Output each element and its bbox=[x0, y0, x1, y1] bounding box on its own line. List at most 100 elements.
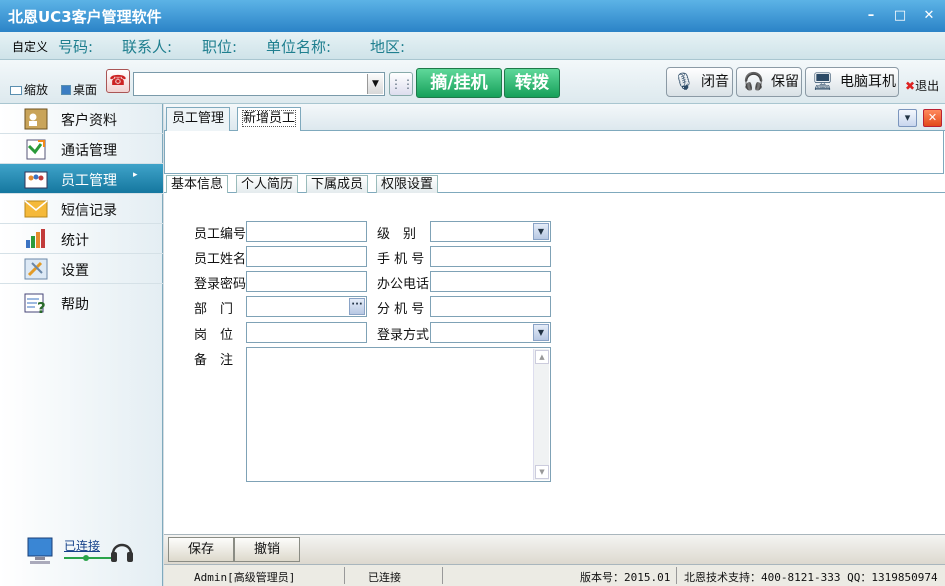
chevron-right-icon: ▸ bbox=[133, 170, 138, 180]
mute-label: 闭音 bbox=[701, 74, 729, 90]
sidebar-item-help[interactable]: ? 帮助 bbox=[0, 288, 163, 318]
phone-icon[interactable]: ☎ bbox=[106, 69, 130, 93]
cancel-button[interactable]: 撤销 bbox=[234, 537, 300, 562]
exit-label: 退出 bbox=[915, 79, 940, 93]
chevron-down-icon[interactable]: ▼ bbox=[367, 74, 383, 94]
tab-new-staff-label: 新增员工 bbox=[241, 110, 297, 127]
subtab-resume[interactable]: 个人简历 bbox=[236, 175, 299, 193]
hold-button[interactable]: 🎧 保留 bbox=[736, 67, 802, 97]
bar-chart-icon bbox=[26, 229, 45, 248]
status-user: Admin[高级管理员] bbox=[194, 571, 296, 584]
password-input[interactable] bbox=[246, 271, 367, 292]
customize-link[interactable]: 自定义 bbox=[12, 38, 48, 55]
document-tab-strip: 员工管理 新增员工 ▾ ✕ bbox=[164, 104, 945, 132]
main-panel: 员工管理 新增员工 ▾ ✕ 基本信息 个人简历 下属成员 权限设置 员工编号 级… bbox=[164, 104, 945, 564]
login-mode-label: 登录方式 bbox=[377, 328, 430, 343]
pc-headset-button[interactable]: 🖥 电脑耳机 bbox=[805, 67, 899, 97]
dial-number-combobox[interactable]: ▼ bbox=[133, 72, 385, 96]
remark-scrollbar[interactable]: ▲ ▼ bbox=[533, 349, 549, 480]
mute-button[interactable]: 🎙 闭音 bbox=[666, 67, 733, 97]
tab-list-dropdown[interactable]: ▾ bbox=[898, 109, 917, 127]
title-bar: 北恩UC3客户管理软件 – □ ✕ bbox=[0, 0, 945, 32]
staff-form: 员工编号 级 别 ▼ 员工姓名 手 机 号 登录密码 办公电话 部 门 ··· … bbox=[164, 193, 945, 534]
status-separator bbox=[344, 567, 345, 584]
sidebar-item-label: 设置 bbox=[61, 263, 89, 279]
computer-icon bbox=[27, 537, 53, 564]
status-bar: Admin[高级管理员] 已连接 版本号：2015.01 北恩技术支持：400-… bbox=[164, 564, 945, 586]
sidebar-item-customers[interactable]: 客户资料 bbox=[0, 104, 163, 134]
department-label: 部 门 bbox=[194, 302, 234, 317]
subtab-basic-info[interactable]: 基本信息 bbox=[166, 175, 229, 194]
tab-close-button[interactable]: ✕ bbox=[923, 109, 942, 127]
save-button[interactable]: 保存 bbox=[168, 537, 234, 562]
maximize-button[interactable]: □ bbox=[889, 6, 911, 26]
post-label: 岗 位 bbox=[194, 328, 234, 343]
remark-label: 备 注 bbox=[194, 353, 234, 368]
zoom-label: 缩放 bbox=[24, 83, 49, 97]
link-line-icon bbox=[64, 555, 112, 561]
emp-no-label: 员工编号 bbox=[194, 227, 247, 242]
checkbox-icon bbox=[10, 86, 22, 95]
status-separator bbox=[676, 567, 677, 584]
info-contact-label: 联系人: bbox=[122, 38, 173, 56]
info-position-label: 职位: bbox=[202, 38, 238, 56]
sidebar-item-label: 通话管理 bbox=[61, 143, 117, 159]
name-input[interactable] bbox=[246, 246, 367, 267]
exit-button[interactable]: ✖退出 bbox=[905, 77, 939, 94]
computer-headset-icon: 🖥 bbox=[812, 72, 834, 92]
headphones-icon: 🎧 bbox=[743, 72, 765, 92]
sidebar-item-sms[interactable]: 短信记录 bbox=[0, 194, 163, 224]
scroll-down-icon[interactable]: ▼ bbox=[535, 465, 549, 479]
level-select[interactable]: ▼ bbox=[430, 221, 551, 242]
svg-text:?: ? bbox=[37, 299, 46, 314]
post-input[interactable] bbox=[246, 322, 367, 343]
name-label: 员工姓名 bbox=[194, 252, 247, 267]
ellipsis-icon[interactable]: ··· bbox=[349, 298, 365, 315]
pickup-hangup-button[interactable]: 摘/挂机 bbox=[416, 68, 502, 98]
window-title: 北恩UC3客户管理软件 bbox=[8, 8, 162, 26]
remark-textarea[interactable]: ▲ ▼ bbox=[246, 347, 551, 482]
hold-label: 保留 bbox=[771, 74, 799, 90]
mobile-label: 手 机 号 bbox=[377, 252, 425, 267]
sidebar-item-staff[interactable]: 员工管理 ▸ bbox=[0, 164, 163, 194]
tab-staff-management[interactable]: 员工管理 bbox=[166, 107, 231, 131]
extension-input[interactable] bbox=[430, 296, 551, 317]
close-button[interactable]: ✕ bbox=[918, 6, 940, 26]
level-label: 级 别 bbox=[377, 227, 417, 242]
login-mode-select[interactable]: ▼ bbox=[430, 322, 551, 343]
exit-x-icon: ✖ bbox=[905, 79, 916, 93]
chevron-down-icon[interactable]: ▼ bbox=[533, 223, 549, 240]
tab-new-staff[interactable]: 新增员工 bbox=[237, 107, 302, 132]
sidebar: 客户资料 通话管理 员工管理 ▸ 短信记录 统计 设置 ? 帮助 已连接 bbox=[0, 104, 163, 586]
office-phone-label: 办公电话 bbox=[377, 277, 430, 292]
office-phone-input[interactable] bbox=[430, 271, 551, 292]
tab-content-header bbox=[164, 131, 944, 174]
desktop-checkbox[interactable]: 桌面 bbox=[61, 81, 97, 98]
sidebar-item-statistics[interactable]: 统计 bbox=[0, 224, 163, 254]
call-log-icon bbox=[26, 139, 46, 160]
keypad-icon[interactable]: ⋮⋮ bbox=[389, 72, 414, 96]
detail-subtabs: 基本信息 个人简历 下属成员 权限设置 bbox=[164, 174, 945, 194]
transfer-button[interactable]: 转拨 bbox=[504, 68, 560, 98]
headset-icon bbox=[111, 543, 133, 562]
status-support: 北恩技术支持：400-8121-333 QQ：1319850974 bbox=[684, 571, 938, 584]
subtab-permissions[interactable]: 权限设置 bbox=[376, 175, 439, 193]
emp-no-input[interactable] bbox=[246, 221, 367, 242]
password-label: 登录密码 bbox=[194, 277, 247, 292]
mobile-input[interactable] bbox=[430, 246, 551, 267]
subtab-subordinates[interactable]: 下属成员 bbox=[306, 175, 369, 193]
department-picker[interactable]: ··· bbox=[246, 296, 367, 317]
sidebar-item-label: 短信记录 bbox=[61, 203, 117, 219]
staff-group-icon bbox=[24, 171, 48, 189]
sidebar-item-settings[interactable]: 设置 bbox=[0, 254, 163, 284]
sidebar-item-calls[interactable]: 通话管理 bbox=[0, 134, 163, 164]
scroll-up-icon[interactable]: ▲ bbox=[535, 350, 549, 364]
chevron-down-icon[interactable]: ▼ bbox=[533, 324, 549, 341]
sidebar-item-label: 帮助 bbox=[61, 297, 89, 313]
help-icon: ? bbox=[24, 293, 46, 314]
customer-card-icon bbox=[24, 108, 48, 130]
minimize-button[interactable]: – bbox=[860, 6, 882, 26]
status-connection: 已连接 bbox=[368, 571, 401, 584]
zoom-checkbox[interactable]: 缩放 bbox=[10, 81, 48, 98]
sidebar-item-label: 统计 bbox=[61, 233, 89, 249]
